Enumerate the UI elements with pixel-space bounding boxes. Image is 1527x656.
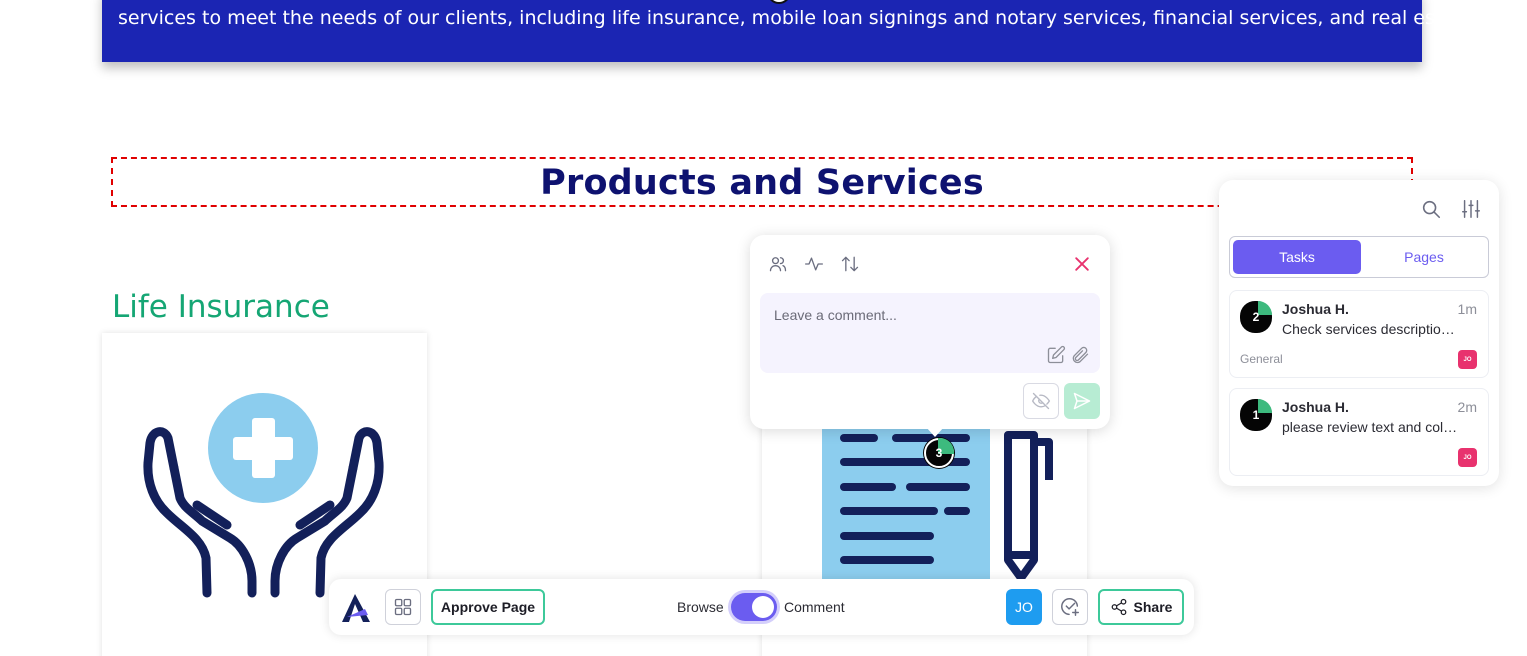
card-title-life-insurance: Life Insurance — [112, 289, 330, 325]
task-pin: 1 — [1240, 399, 1272, 431]
comment-popup — [750, 235, 1110, 429]
grid-icon — [394, 598, 412, 616]
user-avatar-button[interactable]: JO — [1006, 589, 1042, 625]
comment-box — [760, 293, 1100, 373]
tab-pages[interactable]: Pages — [1360, 240, 1488, 274]
paperclip-icon[interactable] — [1070, 345, 1090, 365]
comment-label: Comment — [784, 599, 845, 615]
toggle-knob — [752, 596, 774, 618]
comment-pin[interactable]: 3 — [924, 438, 954, 468]
mode-toggle[interactable] — [731, 593, 777, 621]
avatar: JO — [1458, 448, 1477, 467]
task-number: 1 — [1252, 408, 1260, 422]
panel-tabs: Tasks Pages — [1229, 236, 1489, 278]
task-author: Joshua H. — [1282, 301, 1349, 317]
comment-pin-marker[interactable] — [767, 0, 791, 4]
task-item[interactable]: 2 Joshua H. 1m Check services descriptio… — [1229, 290, 1489, 378]
activity-icon[interactable] — [804, 254, 824, 274]
hide-comment-button[interactable] — [1023, 383, 1059, 419]
pin-progress-arc — [1258, 301, 1272, 315]
approve-page-button[interactable]: Approve Page — [431, 589, 545, 625]
task-number: 2 — [1252, 310, 1260, 324]
close-icon[interactable] — [1072, 254, 1092, 274]
selected-element-frame[interactable]: Products and Services — [111, 157, 1413, 207]
popup-pointer — [926, 427, 944, 437]
tab-tasks[interactable]: Tasks — [1233, 240, 1361, 274]
pages-grid-button[interactable] — [385, 589, 421, 625]
section-title: Products and Services — [540, 163, 984, 203]
search-icon[interactable] — [1420, 198, 1442, 220]
comments-panel: Tasks Pages 2 Joshua H. 1m Check service… — [1219, 180, 1499, 486]
sort-icon[interactable] — [840, 254, 860, 274]
app-logo-icon[interactable] — [339, 591, 373, 625]
task-text: please review text and col… — [1282, 419, 1458, 435]
share-icon — [1111, 598, 1126, 616]
filter-sliders-icon[interactable] — [1460, 198, 1482, 220]
task-category: General — [1240, 352, 1283, 366]
share-label: Share — [1133, 599, 1173, 615]
task-time: 2m — [1457, 399, 1477, 415]
share-button[interactable]: Share — [1098, 589, 1184, 625]
eye-off-icon — [1031, 392, 1051, 410]
users-icon[interactable] — [768, 254, 788, 274]
pin-progress-arc — [1258, 399, 1272, 413]
task-author: Joshua H. — [1282, 399, 1349, 415]
task-item[interactable]: 1 Joshua H. 2m please review text and co… — [1229, 388, 1489, 476]
pin-number: 3 — [935, 446, 943, 460]
send-icon — [1073, 392, 1091, 410]
task-pin: 2 — [1240, 301, 1272, 333]
edit-icon[interactable] — [1046, 345, 1066, 365]
bottom-toolbar: Approve Page Browse Comment JO Share — [329, 579, 1194, 635]
check-circle-plus-icon — [1061, 598, 1079, 616]
tasks-check-button[interactable] — [1052, 589, 1088, 625]
avatar: JO — [1458, 350, 1477, 369]
browse-label: Browse — [677, 599, 724, 615]
send-comment-button[interactable] — [1064, 383, 1100, 419]
task-time: 1m — [1457, 301, 1477, 317]
top-banner: services to meet the needs of our client… — [102, 0, 1527, 62]
task-text: Check services descriptio… — [1282, 321, 1455, 337]
banner-text: services to meet the needs of our client… — [118, 7, 1527, 29]
